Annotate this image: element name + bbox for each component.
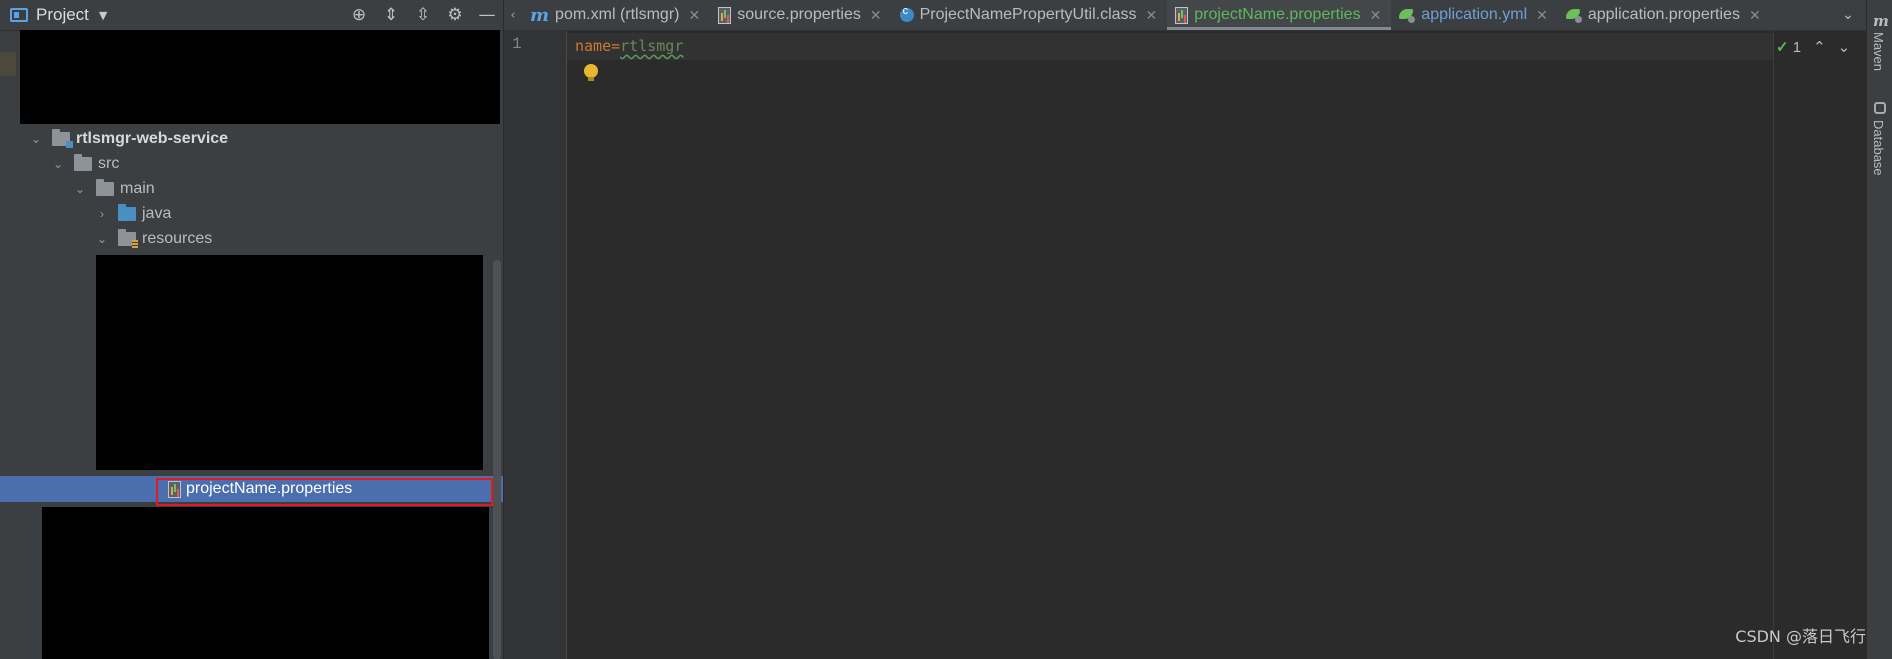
minimize-icon[interactable]: —: [471, 0, 503, 30]
properties-file-icon: [1175, 7, 1189, 24]
redacted-block: [42, 507, 489, 659]
properties-file-icon: [718, 7, 732, 24]
tab-projectnamepropertyutil-class[interactable]: ProjectNamePropertyUtil.class ✕: [892, 0, 1168, 30]
tab-label: application.yml: [1421, 6, 1528, 23]
chevron-down-icon[interactable]: ⌄: [72, 182, 88, 196]
spring-config-icon: [1565, 9, 1582, 23]
class-icon: [899, 5, 914, 22]
redacted-block: [96, 255, 483, 470]
module-folder-icon: [52, 128, 73, 148]
editor-tab-bar: ‹ m pom.xml (rtlsmgr) ✕ source.propertie…: [504, 0, 1866, 31]
database-tool-button[interactable]: Database: [1871, 120, 1886, 176]
tab-label: projectName.properties: [1194, 6, 1361, 23]
folder-icon: [96, 178, 114, 196]
tree-item-resources[interactable]: ⌄ resources: [94, 226, 212, 251]
project-tree: ⌄ rtlsmgr-web-service ⌄ src ⌄ main › jav…: [0, 30, 503, 659]
tree-scrollbar[interactable]: [493, 260, 501, 659]
source-folder-icon: [118, 203, 136, 221]
close-icon[interactable]: ✕: [688, 7, 700, 24]
project-tool-window: Project ▼ ⊕ ⇕ ⇳ ⚙ — ⌄ rtlsmgr-web-servic…: [0, 0, 504, 659]
project-window-icon: [10, 8, 28, 22]
resources-folder-icon: [118, 228, 138, 248]
property-key: name: [575, 37, 612, 55]
maven-tool-button[interactable]: Maven: [1871, 32, 1886, 71]
chevron-right-icon[interactable]: ›: [94, 207, 110, 221]
line-number: 1: [512, 35, 522, 53]
project-panel-toolbar: ⊕ ⇕ ⇳ ⚙ —: [343, 0, 503, 30]
folder-icon: [74, 153, 92, 171]
spring-config-icon: [1399, 9, 1416, 23]
project-panel-header: Project ▼ ⊕ ⇕ ⇳ ⚙ —: [0, 0, 503, 31]
tab-label: source.properties: [737, 6, 861, 23]
inspection-status[interactable]: ✓ 1: [1776, 38, 1801, 56]
chevron-down-icon[interactable]: ▼: [99, 9, 107, 22]
tab-label: application.properties: [1587, 6, 1740, 23]
close-icon[interactable]: ✕: [1749, 7, 1761, 24]
close-icon[interactable]: ✕: [1146, 7, 1158, 24]
project-panel-title: Project: [36, 5, 89, 24]
locate-icon[interactable]: ⊕: [343, 0, 375, 30]
maven-icon[interactable]: m: [1873, 12, 1889, 30]
close-icon[interactable]: ✕: [1370, 7, 1382, 24]
property-value: rtlsmgr: [620, 37, 684, 55]
redacted-block: [20, 30, 500, 124]
maven-icon: m: [530, 4, 550, 26]
tab-label: ProjectNamePropertyUtil.class: [919, 6, 1137, 23]
gear-icon[interactable]: ⚙: [439, 0, 471, 30]
tab-application-yml[interactable]: application.yml ✕: [1391, 0, 1558, 30]
chevron-down-icon[interactable]: ⌄: [28, 132, 44, 146]
close-icon[interactable]: ✕: [1536, 7, 1548, 24]
tab-label: pom.xml (rtlsmgr): [555, 6, 680, 23]
tree-item-main[interactable]: ⌄ main: [72, 176, 155, 201]
check-icon: ✓: [1776, 39, 1789, 56]
property-separator: =: [611, 37, 621, 55]
tree-item-label: resources: [142, 229, 213, 247]
red-highlight-box: [156, 478, 493, 506]
collapse-all-icon[interactable]: ⇳: [407, 0, 439, 30]
right-margin-guide: [1773, 31, 1774, 659]
tree-item-src[interactable]: ⌄ src: [50, 151, 119, 176]
inspection-count: 1: [1792, 39, 1802, 56]
close-icon[interactable]: ✕: [870, 7, 882, 24]
chevron-left-icon[interactable]: ‹: [504, 0, 522, 30]
tree-item-java[interactable]: › java: [94, 201, 171, 226]
tree-row-highlight: [0, 52, 16, 76]
chevron-down-icon[interactable]: ⌄: [1830, 0, 1866, 30]
editor-area[interactable]: name=rtlsmgr: [567, 31, 1774, 659]
right-tool-strip: m Maven Database: [1866, 0, 1892, 659]
project-view-selector[interactable]: Project ▼: [0, 0, 107, 30]
chevron-down-icon[interactable]: ⌄: [94, 232, 110, 246]
lightbulb-icon[interactable]: [584, 64, 598, 81]
tree-item-module[interactable]: ⌄ rtlsmgr-web-service: [28, 126, 228, 151]
tree-item-label: java: [142, 204, 172, 222]
tab-application-properties[interactable]: application.properties ✕: [1558, 0, 1771, 30]
tab-projectname-properties[interactable]: projectName.properties ✕: [1167, 0, 1392, 30]
chevron-up-icon[interactable]: ⌃: [1813, 38, 1826, 56]
database-icon[interactable]: [1874, 102, 1886, 114]
tab-source-properties[interactable]: source.properties ✕: [710, 0, 891, 30]
watermark: CSDN @落日飞行: [1735, 627, 1866, 646]
code-line[interactable]: name=rtlsmgr: [575, 37, 683, 55]
chevron-down-icon[interactable]: ⌄: [50, 157, 66, 171]
expand-all-icon[interactable]: ⇕: [375, 0, 407, 30]
tab-pom-xml[interactable]: m pom.xml (rtlsmgr) ✕: [522, 0, 710, 30]
tree-item-label: main: [120, 179, 155, 197]
tree-item-label: src: [98, 154, 120, 172]
inspection-widget[interactable]: ✓ 1 ⌃ ⌄: [1776, 38, 1850, 56]
chevron-down-icon[interactable]: ⌄: [1838, 38, 1851, 56]
tree-item-label: rtlsmgr-web-service: [76, 129, 229, 147]
current-line-highlight: [567, 33, 1774, 60]
editor-gutter: 1: [504, 31, 567, 659]
